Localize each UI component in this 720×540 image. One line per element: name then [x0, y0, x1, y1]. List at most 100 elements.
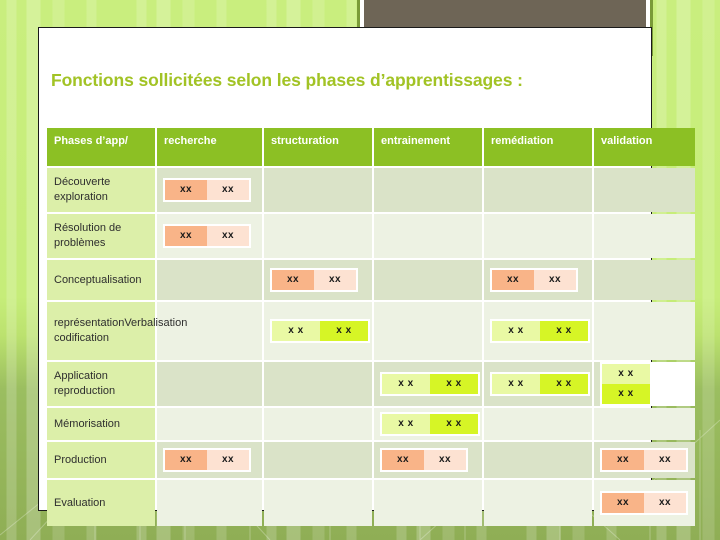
- table-cell[interactable]: [594, 214, 695, 258]
- table-cell[interactable]: [264, 362, 372, 406]
- table-cell[interactable]: [484, 442, 592, 478]
- marker-group: x xx x: [380, 372, 480, 396]
- marker-chip: xx: [424, 450, 466, 470]
- marker-group: xx xx: [270, 268, 358, 292]
- table-cell[interactable]: x xx x: [374, 362, 482, 406]
- table-cell[interactable]: [374, 260, 482, 300]
- table-header: Phases d’app/ recherche structuration en…: [47, 128, 695, 166]
- marker-chip: xx: [272, 270, 314, 290]
- table-row: Découverte exploration xx xx: [47, 168, 695, 212]
- table-cell[interactable]: [157, 480, 262, 526]
- marker-chip: xx: [207, 226, 249, 246]
- table-cell[interactable]: [264, 442, 372, 478]
- page-title: Fonctions sollicitées selon les phases d…: [51, 70, 523, 90]
- marker-chip: x x: [272, 321, 320, 341]
- table-cell[interactable]: xx xx: [484, 260, 592, 300]
- table-cell[interactable]: x xx x: [264, 302, 372, 360]
- marker-chip: xx: [534, 270, 576, 290]
- marker-chip: xx: [492, 270, 534, 290]
- row-label[interactable]: Découverte exploration: [47, 168, 155, 212]
- marker-chip: x x: [540, 374, 588, 394]
- marker-chip: xx: [382, 450, 424, 470]
- marker-group: xx xx: [600, 491, 688, 515]
- slide-canvas: Fonctions sollicitées selon les phases d…: [38, 27, 695, 526]
- row-label[interactable]: Production: [47, 442, 155, 478]
- marker-chip: xx: [207, 450, 249, 470]
- table-cell[interactable]: xx xx: [594, 480, 695, 526]
- marker-chip: x x: [492, 374, 540, 394]
- table-cell[interactable]: [157, 408, 262, 440]
- row-label[interactable]: Evaluation: [47, 480, 155, 526]
- table-cell[interactable]: [264, 480, 372, 526]
- marker-chip: x x: [320, 321, 368, 341]
- table-cell[interactable]: xx xx: [374, 442, 482, 478]
- table-cell[interactable]: [374, 168, 482, 212]
- table-cell[interactable]: [374, 480, 482, 526]
- table-cell[interactable]: [594, 408, 695, 440]
- marker-group: x xx x: [490, 372, 590, 396]
- marker-chip: xx: [207, 180, 249, 200]
- marker-chip: x x: [430, 374, 478, 394]
- column-header-structuration[interactable]: structuration: [264, 128, 372, 166]
- marker-chip: x x: [492, 321, 540, 341]
- marker-group: x xx x: [270, 319, 370, 343]
- table-cell[interactable]: [594, 168, 695, 212]
- marker-chip: x x: [602, 384, 650, 404]
- table-cell[interactable]: x xx x: [484, 302, 592, 360]
- row-label[interactable]: Résolution de problèmes: [47, 214, 155, 258]
- table-header-row: Phases d’app/ recherche structuration en…: [47, 128, 695, 166]
- marker-chip: xx: [602, 493, 644, 513]
- column-header-recherche[interactable]: recherche: [157, 128, 262, 166]
- table-row: représentationVerbalisation codification…: [47, 302, 695, 360]
- table-cell[interactable]: [264, 214, 372, 258]
- marker-chip: xx: [644, 450, 686, 470]
- table-cell[interactable]: [264, 408, 372, 440]
- table-cell[interactable]: [157, 260, 262, 300]
- marker-group: x xx x: [600, 362, 695, 406]
- table-cell[interactable]: [484, 408, 592, 440]
- row-label[interactable]: Mémorisation: [47, 408, 155, 440]
- table-cell[interactable]: xx xx: [264, 260, 372, 300]
- marker-chip: x x: [382, 414, 430, 434]
- table-row: Evaluation xx xx: [47, 480, 695, 526]
- column-header-remediation[interactable]: remédiation: [484, 128, 592, 166]
- phases-functions-table: Phases d’app/ recherche structuration en…: [45, 126, 697, 528]
- table-cell[interactable]: xx xx: [594, 442, 695, 478]
- marker-group: x xx x: [380, 412, 480, 436]
- marker-group: xx xx: [600, 448, 688, 472]
- table-cell[interactable]: [594, 302, 695, 360]
- table-cell[interactable]: xx xx: [157, 442, 262, 478]
- row-label[interactable]: Application reproduction: [47, 362, 155, 406]
- marker-chip: xx: [602, 450, 644, 470]
- marker-chip: xx: [165, 180, 207, 200]
- marker-chip: xx: [165, 450, 207, 470]
- marker-chip: xx: [165, 226, 207, 246]
- table-cell[interactable]: xx xx: [157, 214, 262, 258]
- row-label[interactable]: Conceptualisation: [47, 260, 155, 300]
- table-row: Résolution de problèmes xx xx: [47, 214, 695, 258]
- table-cell[interactable]: [374, 302, 482, 360]
- column-header-phases[interactable]: Phases d’app/: [47, 128, 155, 166]
- table-cell[interactable]: [157, 302, 262, 360]
- column-header-validation[interactable]: validation: [594, 128, 695, 166]
- table-cell[interactable]: [484, 168, 592, 212]
- marker-group: xx xx: [163, 224, 251, 248]
- table-cell[interactable]: [157, 362, 262, 406]
- table-cell[interactable]: [264, 168, 372, 212]
- marker-group: xx xx: [163, 448, 251, 472]
- table-cell[interactable]: [374, 214, 482, 258]
- table-cell[interactable]: xx xx: [157, 168, 262, 212]
- table-cell[interactable]: x xx x: [594, 362, 695, 406]
- table-cell[interactable]: [484, 480, 592, 526]
- table-body: Découverte exploration xx xx Résolution de …: [47, 168, 695, 526]
- table-cell[interactable]: [594, 260, 695, 300]
- marker-chip: x x: [382, 374, 430, 394]
- table-row: Conceptualisation xx xx xx xx: [47, 260, 695, 300]
- row-label[interactable]: représentationVerbalisation codification: [47, 302, 187, 360]
- table-cell[interactable]: x xx x: [374, 408, 482, 440]
- table-cell[interactable]: x xx x: [484, 362, 592, 406]
- marker-chip: xx: [314, 270, 356, 290]
- table-cell[interactable]: [484, 214, 592, 258]
- column-header-entrainement[interactable]: entrainement: [374, 128, 482, 166]
- marker-group: x xx x: [490, 319, 590, 343]
